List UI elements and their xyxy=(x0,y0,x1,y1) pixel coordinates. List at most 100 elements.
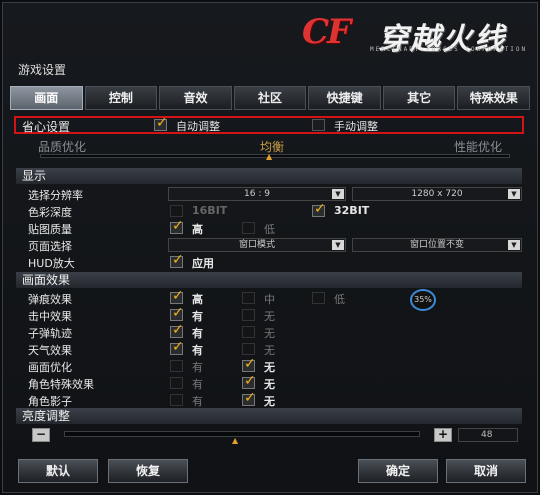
restore-button[interactable]: 恢复 xyxy=(108,459,188,483)
hit-effect-label: 击中效果 xyxy=(28,310,72,323)
tab-audio[interactable]: 音效 xyxy=(159,86,232,110)
manual-adjust-label: 手动调整 xyxy=(334,120,378,133)
window-mode-value: 窗口模式 xyxy=(238,240,275,250)
cancel-button[interactable]: 取消 xyxy=(446,459,526,483)
hud-apply-label: 应用 xyxy=(192,257,214,270)
depth-32-label: 32BIT xyxy=(334,204,370,217)
tab-special-effects[interactable]: 特殊效果 xyxy=(457,86,531,110)
resolution-select[interactable]: 1280 x 720 ▼ xyxy=(352,187,522,201)
shadow-no-checkbox[interactable]: ✓ xyxy=(242,390,256,406)
window-position-value: 窗口位置不变 xyxy=(409,240,464,250)
depth-32-checkbox[interactable]: ✓ xyxy=(312,201,326,217)
optimize-no-label: 无 xyxy=(264,361,275,374)
quality-preset-label: 品质优化 xyxy=(38,140,87,154)
charfx-no-label: 无 xyxy=(264,378,275,391)
color-depth-label: 色彩深度 xyxy=(28,206,72,219)
logo-mark: CF xyxy=(302,12,351,52)
chevron-down-icon: ▼ xyxy=(508,240,520,250)
bullet-mid-checkbox[interactable] xyxy=(242,292,255,304)
auto-adjust-label: 自动调整 xyxy=(176,120,220,133)
charfx-no-checkbox[interactable]: ✓ xyxy=(242,373,256,389)
texture-low-checkbox[interactable] xyxy=(242,222,255,234)
shadow-yes-checkbox[interactable] xyxy=(170,394,183,406)
character-fx-row: 角色特殊效果 有 ✓ 无 xyxy=(16,373,522,391)
hud-apply-checkbox[interactable]: ✓ xyxy=(170,252,184,268)
shadow-no-label: 无 xyxy=(264,395,275,408)
bullet-high-checkbox[interactable]: ✓ xyxy=(170,288,184,304)
manual-adjust-checkbox[interactable] xyxy=(312,119,325,131)
brightness-value: 48 xyxy=(458,428,518,442)
texture-row: 贴图质量 ✓ 高 低 xyxy=(16,218,522,236)
brightness-slider[interactable] xyxy=(64,431,420,437)
bullet-marks-row: 弹痕效果 ✓ 高 中 低 xyxy=(16,288,522,306)
bullet-trail-label: 子弹轨迹 xyxy=(28,327,72,340)
optimize-yes-checkbox[interactable] xyxy=(170,360,183,372)
effects-section-header: 画面效果 xyxy=(16,272,522,288)
tab-controls[interactable]: 控制 xyxy=(84,86,158,110)
window-mode-select[interactable]: 窗口模式 ▼ xyxy=(168,238,346,252)
depth-16-checkbox[interactable] xyxy=(170,205,183,217)
preset-scale: 品质优化 均衡 性能优化 xyxy=(30,138,510,154)
bullet-high-label: 高 xyxy=(192,293,203,306)
settings-tabs: 画面 控制 音效 社区 快捷键 其它 特殊效果 xyxy=(10,86,531,110)
trail-no-label: 无 xyxy=(264,327,275,340)
bullet-low-checkbox[interactable] xyxy=(312,292,325,304)
optimize-yes-label: 有 xyxy=(192,361,203,374)
tab-other[interactable]: 其它 xyxy=(382,86,456,110)
tab-community[interactable]: 社区 xyxy=(233,86,307,110)
tab-graphics[interactable]: 画面 xyxy=(10,86,83,110)
brightness-section-header: 亮度调整 xyxy=(16,408,522,424)
hud-row: HUD放大 ✓ 应用 xyxy=(16,252,522,270)
tab-hotkeys[interactable]: 快捷键 xyxy=(308,86,381,110)
aspect-ratio-value: 16 : 9 xyxy=(244,189,270,199)
hit-yes-label: 有 xyxy=(192,310,203,323)
ok-button[interactable]: 确定 xyxy=(358,459,438,483)
character-shadow-label: 角色影子 xyxy=(28,395,72,408)
charfx-yes-checkbox[interactable] xyxy=(170,377,183,389)
texture-high-checkbox[interactable]: ✓ xyxy=(170,218,184,234)
performance-preset-label: 性能优化 xyxy=(454,140,503,154)
brightness-slider-thumb[interactable]: ▲ xyxy=(232,436,238,445)
default-button[interactable]: 默认 xyxy=(18,459,98,483)
chevron-down-icon: ▼ xyxy=(332,189,344,199)
trail-yes-checkbox[interactable]: ✓ xyxy=(170,322,184,338)
chevron-down-icon: ▼ xyxy=(508,189,520,199)
display-section-header: 显示 xyxy=(16,168,522,184)
page-select-label: 页面选择 xyxy=(28,240,72,253)
aspect-ratio-select[interactable]: 16 : 9 ▼ xyxy=(168,187,346,201)
preset-slider[interactable] xyxy=(40,154,510,158)
logo-subtitle: MERCENARY FORCES CORPORATION xyxy=(370,46,528,53)
resolution-value: 1280 x 720 xyxy=(411,189,463,199)
texture-high-label: 高 xyxy=(192,223,203,236)
optimize-no-checkbox[interactable]: ✓ xyxy=(242,356,256,372)
texture-low-label: 低 xyxy=(264,223,275,236)
color-depth-row: 色彩深度 16BIT ✓ 32BIT xyxy=(16,201,522,219)
weather-yes-checkbox[interactable]: ✓ xyxy=(170,339,184,355)
resolution-row: 选择分辨率 16 : 9 ▼ 1280 x 720 ▼ xyxy=(16,186,522,202)
character-shadow-row: 角色影子 有 ✓ 无 xyxy=(16,390,522,408)
trail-no-checkbox[interactable] xyxy=(242,326,255,338)
hit-yes-checkbox[interactable]: ✓ xyxy=(170,305,184,321)
weather-no-label: 无 xyxy=(264,344,275,357)
optimize-label: 画面优化 xyxy=(28,361,72,374)
optimize-row: 画面优化 有 ✓ 无 xyxy=(16,356,522,374)
hit-effect-row: 击中效果 ✓ 有 无 xyxy=(16,305,522,323)
preset-slider-thumb[interactable]: ▲ xyxy=(266,152,272,161)
weather-yes-label: 有 xyxy=(192,344,203,357)
shadow-yes-label: 有 xyxy=(192,395,203,408)
bullet-mid-label: 中 xyxy=(264,293,275,306)
auto-adjust-checkbox[interactable]: ✓ xyxy=(154,115,168,131)
brightness-decrease-button[interactable]: − xyxy=(32,428,50,442)
hit-no-label: 无 xyxy=(264,310,275,323)
charfx-yes-label: 有 xyxy=(192,378,203,391)
trail-yes-label: 有 xyxy=(192,327,203,340)
resolution-label: 选择分辨率 xyxy=(28,189,83,202)
hit-no-checkbox[interactable] xyxy=(242,309,255,321)
brightness-increase-button[interactable]: + xyxy=(434,428,452,442)
weather-no-checkbox[interactable] xyxy=(242,343,255,355)
window-title: 游戏设置 xyxy=(18,63,67,77)
hud-label: HUD放大 xyxy=(28,257,75,270)
window-position-select[interactable]: 窗口位置不变 ▼ xyxy=(352,238,522,252)
bullet-trail-row: 子弹轨迹 ✓ 有 无 xyxy=(16,322,522,340)
depth-16-label: 16BIT xyxy=(192,204,228,217)
